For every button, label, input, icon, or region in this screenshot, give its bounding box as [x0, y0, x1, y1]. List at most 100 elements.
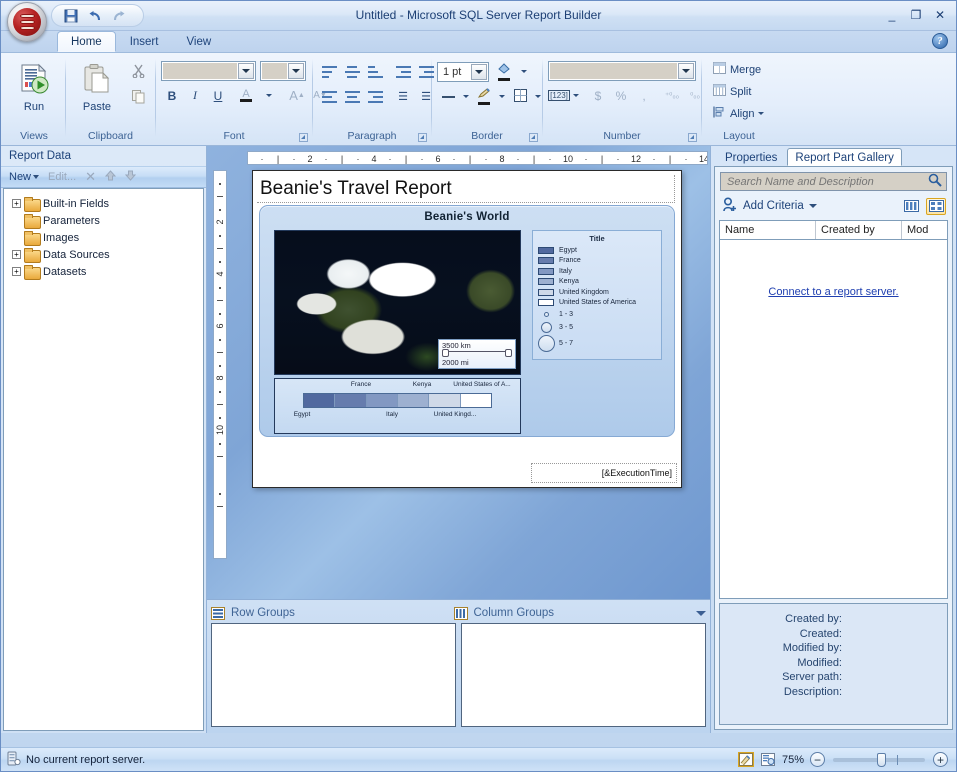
- column-header-created-by[interactable]: Created by: [816, 221, 902, 239]
- row-groups-list[interactable]: [211, 623, 456, 727]
- groups-menu-chevron-down-icon[interactable]: [696, 610, 706, 616]
- tree-node-images[interactable]: Images: [8, 229, 199, 246]
- number-style-dropdown[interactable]: [571, 85, 581, 106]
- align-middle-button[interactable]: [341, 61, 363, 82]
- tile-view-icon[interactable]: [926, 197, 946, 215]
- chevron-down-icon[interactable]: [808, 204, 817, 208]
- application-menu-button[interactable]: [7, 2, 47, 42]
- tree-node-parameters[interactable]: Parameters: [8, 212, 199, 229]
- line-style-dropdown[interactable]: [461, 86, 471, 107]
- add-criteria-label[interactable]: Add Criteria: [743, 200, 804, 212]
- border-dialog-launcher[interactable]: [529, 133, 538, 142]
- run-button[interactable]: Run: [8, 58, 60, 120]
- report-title-textbox[interactable]: Beanie's Travel Report: [257, 175, 675, 203]
- map-viewport[interactable]: 3500 km 2000 mi: [274, 230, 521, 375]
- comma-button[interactable]: ,: [633, 85, 655, 106]
- gallery-search-box[interactable]: [720, 172, 947, 191]
- bold-button[interactable]: B: [161, 85, 183, 106]
- connect-to-report-server-link[interactable]: Connect to a report server.: [768, 286, 898, 298]
- borders-dropdown[interactable]: [533, 86, 543, 107]
- split-button[interactable]: Split: [707, 81, 757, 102]
- decrease-indent-button[interactable]: [392, 61, 414, 82]
- chevron-down-icon[interactable]: [288, 63, 304, 79]
- font-family-combo[interactable]: [161, 61, 256, 81]
- edit-button[interactable]: Edit...: [46, 170, 78, 184]
- tab-properties[interactable]: Properties: [717, 148, 785, 166]
- minimize-button[interactable]: _: [881, 6, 903, 24]
- merge-button[interactable]: Merge: [707, 59, 767, 80]
- tree-node-datasets[interactable]: + Datasets: [8, 263, 199, 280]
- map-color-scale[interactable]: France Kenya United States of A... Egypt…: [274, 378, 521, 434]
- font-color-button[interactable]: A: [235, 85, 257, 106]
- gallery-results-grid[interactable]: Name Created by Mod Connect to a report …: [719, 220, 948, 599]
- move-up-button[interactable]: [103, 169, 118, 185]
- column-header-modified[interactable]: Mod: [902, 221, 947, 239]
- font-dialog-launcher[interactable]: [299, 133, 308, 142]
- currency-button[interactable]: $: [587, 85, 609, 106]
- map-legend[interactable]: Title Egypt France Italy Kenya United Ki…: [532, 230, 662, 360]
- chevron-down-icon[interactable]: [678, 63, 694, 79]
- fill-color-dropdown[interactable]: [519, 61, 529, 82]
- column-groups-list[interactable]: [461, 623, 706, 727]
- expand-icon[interactable]: +: [12, 199, 21, 208]
- report-page[interactable]: Beanie's Travel Report Beanie's World 35…: [252, 170, 682, 488]
- align-center-button[interactable]: [341, 86, 363, 107]
- search-icon[interactable]: [928, 173, 942, 190]
- underline-button[interactable]: U: [207, 85, 229, 106]
- align-top-button[interactable]: [318, 61, 340, 82]
- zoom-slider-thumb[interactable]: [877, 752, 886, 767]
- design-canvas[interactable]: · | · 2 · | · 4 · | · 6 · | · 8 · | · 10 · | · 12 · |…: [207, 146, 710, 599]
- help-icon[interactable]: ?: [932, 33, 948, 49]
- increase-decimal-button[interactable]: ⁺⁰₀₀: [661, 85, 683, 106]
- close-button[interactable]: ✕: [929, 6, 951, 24]
- tree-node-data-sources[interactable]: + Data Sources: [8, 246, 199, 263]
- save-icon[interactable]: [62, 7, 79, 24]
- delete-button[interactable]: ✕: [83, 168, 98, 186]
- chevron-down-icon[interactable]: [238, 63, 254, 79]
- percent-button[interactable]: %: [610, 85, 632, 106]
- list-view-icon[interactable]: [901, 198, 921, 215]
- number-dialog-launcher[interactable]: [688, 133, 697, 142]
- line-style-button[interactable]: [437, 86, 459, 107]
- undo-icon[interactable]: [86, 7, 103, 24]
- move-down-button[interactable]: [123, 169, 138, 185]
- new-button[interactable]: New: [7, 170, 41, 184]
- paragraph-dialog-launcher[interactable]: [418, 133, 427, 142]
- tab-report-part-gallery[interactable]: Report Part Gallery: [787, 148, 902, 166]
- column-header-name[interactable]: Name: [720, 221, 816, 239]
- italic-button[interactable]: I: [184, 85, 206, 106]
- align-menu-button[interactable]: Align: [707, 103, 770, 124]
- border-color-button[interactable]: [473, 86, 495, 107]
- zoom-slider[interactable]: [833, 752, 925, 767]
- zoom-in-button[interactable]: +: [933, 752, 948, 767]
- map-report-item[interactable]: Beanie's World 3500 km 2000 mi Title Egy…: [259, 205, 675, 437]
- search-input[interactable]: [725, 174, 928, 189]
- border-width-combo[interactable]: 1 pt: [437, 61, 489, 82]
- grow-font-button[interactable]: A ▲: [286, 85, 308, 106]
- tab-view[interactable]: View: [172, 31, 225, 52]
- report-footer-textbox[interactable]: [&ExecutionTime]: [531, 463, 677, 483]
- number-style-button[interactable]: [123]: [548, 85, 570, 106]
- align-right-button[interactable]: [364, 86, 386, 107]
- align-left-button[interactable]: [318, 86, 340, 107]
- fill-color-button[interactable]: [493, 61, 515, 82]
- redo-icon[interactable]: [110, 7, 127, 24]
- number-format-combo[interactable]: [548, 61, 696, 81]
- font-size-combo[interactable]: [260, 61, 306, 81]
- borders-button[interactable]: [509, 86, 531, 107]
- design-view-icon[interactable]: [737, 752, 754, 767]
- preview-view-icon[interactable]: [760, 752, 776, 767]
- maximize-button[interactable]: ❐: [905, 6, 927, 24]
- border-color-dropdown[interactable]: [497, 86, 507, 107]
- tree-node-built-in-fields[interactable]: + Built-in Fields: [8, 195, 199, 212]
- align-bottom-button[interactable]: [364, 61, 386, 82]
- bullet-list-button[interactable]: ☰: [392, 86, 414, 107]
- cut-button[interactable]: [126, 61, 150, 83]
- chevron-down-icon[interactable]: [471, 63, 487, 80]
- font-color-dropdown[interactable]: [258, 85, 280, 106]
- tab-home[interactable]: Home: [57, 31, 116, 52]
- zoom-out-button[interactable]: −: [810, 752, 825, 767]
- expand-icon[interactable]: +: [12, 250, 21, 259]
- tab-insert[interactable]: Insert: [116, 31, 173, 52]
- report-data-tree[interactable]: + Built-in Fields Parameters Images + Da…: [3, 188, 204, 731]
